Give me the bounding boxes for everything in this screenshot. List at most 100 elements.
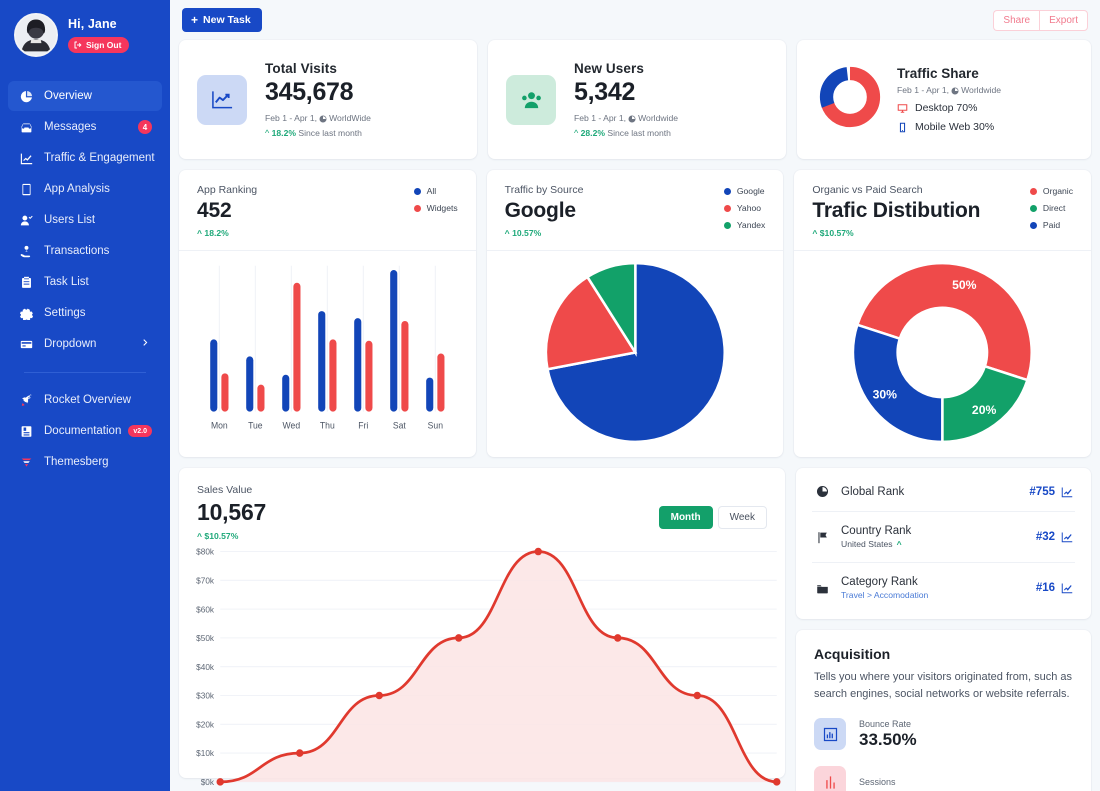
sidebar-item-label: Documentation bbox=[44, 425, 121, 437]
legend-item[interactable]: Paid bbox=[1030, 220, 1073, 230]
legend-label: All bbox=[427, 186, 437, 196]
sidebar-item-themesberg[interactable]: Themesberg bbox=[8, 447, 162, 477]
sidebar-item-rocket-overview[interactable]: Rocket Overview bbox=[8, 385, 162, 415]
chart-line-icon[interactable] bbox=[1061, 486, 1073, 498]
sidebar-item-transactions[interactable]: Transactions bbox=[8, 236, 162, 266]
total-visits-card: Total Visits 345,678 Feb 1 - Apr 1, Worl… bbox=[179, 40, 477, 159]
rank-name: Country Rank bbox=[841, 525, 911, 537]
legend-dot bbox=[1030, 222, 1037, 229]
card-delta: ^ $10.57% bbox=[812, 228, 980, 238]
svg-text:$70k: $70k bbox=[196, 575, 215, 585]
caret-up-icon: ^ bbox=[505, 228, 510, 238]
caret-up-icon: ^ bbox=[197, 228, 202, 238]
avatar[interactable] bbox=[14, 13, 58, 57]
sidebar-item-task-list[interactable]: Task List bbox=[8, 267, 162, 297]
legend-label: Paid bbox=[1043, 220, 1060, 230]
sidebar-item-label: App Analysis bbox=[44, 183, 110, 195]
svg-text:$0k: $0k bbox=[201, 777, 215, 787]
delta-value: 28.2% bbox=[581, 128, 605, 138]
right-column: Global Rank #755 Country Rank United St bbox=[796, 468, 1091, 791]
period-text: Feb 1 - Apr 1, bbox=[265, 113, 317, 123]
scope-text: Worldwide bbox=[638, 113, 678, 123]
legend-item[interactable]: Yahoo bbox=[724, 203, 766, 213]
rank-sub: United States ^ bbox=[841, 539, 911, 549]
pie-chart bbox=[487, 250, 784, 457]
tab-month[interactable]: Month bbox=[659, 506, 713, 529]
sidebar-item-label: Messages bbox=[44, 121, 96, 133]
desktop-icon bbox=[897, 103, 908, 114]
sidebar-item-label: Traffic & Engagement bbox=[44, 152, 155, 164]
legend-label: Yandex bbox=[737, 220, 766, 230]
svg-text:$60k: $60k bbox=[196, 604, 215, 614]
stat-period: Feb 1 - Apr 1, WorldWide bbox=[265, 113, 371, 123]
chart-line-icon[interactable] bbox=[1061, 582, 1073, 594]
users-icon bbox=[506, 75, 556, 125]
export-button[interactable]: Export bbox=[1039, 10, 1088, 31]
chart-line-icon bbox=[18, 150, 34, 166]
sign-out-button[interactable]: Sign Out bbox=[68, 37, 129, 53]
sidebar-item-users-list[interactable]: Users List bbox=[8, 205, 162, 235]
bottom-row: Sales Value 10,567 ^ $10.57% Month Week bbox=[179, 468, 1091, 791]
themesberg-icon bbox=[18, 454, 34, 470]
legend-item[interactable]: Widgets bbox=[414, 203, 458, 213]
stat-period: Feb 1 - Apr 1, Worldwide bbox=[574, 113, 678, 123]
sidebar-item-settings[interactable]: Settings bbox=[8, 298, 162, 328]
sidebar-item-overview[interactable]: Overview bbox=[8, 81, 162, 111]
svg-text:Tue: Tue bbox=[248, 420, 263, 430]
rank-value: #32 bbox=[1036, 531, 1055, 543]
sidebar-item-app-analysis[interactable]: App Analysis bbox=[8, 174, 162, 204]
sidebar-item-documentation[interactable]: Documentation v2.0 bbox=[8, 416, 162, 446]
version-badge: v2.0 bbox=[128, 425, 152, 437]
chart-line-icon[interactable] bbox=[1061, 531, 1073, 543]
sidebar-item-messages[interactable]: Messages 4 bbox=[8, 112, 162, 142]
rank-name: Global Rank bbox=[841, 486, 904, 498]
legend-item[interactable]: Organic bbox=[1030, 186, 1073, 196]
card-delta: ^ 18.2% bbox=[197, 228, 257, 238]
sidebar-nav: Overview Messages 4 Traffic & Engagement… bbox=[0, 81, 170, 477]
metric-value: 33.50% bbox=[859, 730, 917, 750]
legend-item[interactable]: Yandex bbox=[724, 220, 766, 230]
dashboard-root: Hi, Jane Sign Out Overview Messages 4 bbox=[0, 0, 1100, 791]
legend-item[interactable]: Google bbox=[724, 186, 766, 196]
globe-icon bbox=[814, 485, 830, 498]
rank-sub[interactable]: Travel > Accomodation bbox=[841, 590, 928, 600]
legend-item[interactable]: Direct bbox=[1030, 203, 1073, 213]
svg-text:Fri: Fri bbox=[358, 420, 368, 430]
traffic-share-donut bbox=[819, 66, 881, 133]
share-button[interactable]: Share bbox=[993, 10, 1039, 31]
svg-text:$30k: $30k bbox=[196, 691, 215, 701]
main-content: + New Task Share Export Total Visits 345… bbox=[170, 0, 1100, 791]
legend-item[interactable]: All bbox=[414, 186, 458, 196]
metric-label: Sessions bbox=[859, 777, 896, 787]
logout-icon bbox=[74, 41, 82, 49]
acquisition-card: Acquisition Tells you where your visitor… bbox=[796, 630, 1091, 791]
svg-text:Wed: Wed bbox=[283, 420, 301, 430]
globe-icon bbox=[628, 115, 636, 123]
chart-legend: All Widgets bbox=[414, 184, 458, 238]
table-row[interactable]: Country Rank United States ^ #32 bbox=[812, 512, 1075, 563]
card-header: Organic vs Paid Search Trafic Distibutio… bbox=[794, 170, 1091, 250]
caret-up-icon: ^ bbox=[812, 228, 817, 238]
delta-suffix: Since last month bbox=[607, 128, 671, 138]
svg-text:Mon: Mon bbox=[211, 420, 228, 430]
sales-column: Sales Value 10,567 ^ $10.57% Month Week bbox=[179, 468, 785, 791]
sidebar-item-traffic-engagement[interactable]: Traffic & Engagement bbox=[8, 143, 162, 173]
rank-sub-text: Travel > Accomodation bbox=[841, 590, 928, 600]
rank-value: #755 bbox=[1029, 486, 1055, 498]
table-row[interactable]: Category Rank Travel > Accomodation #16 bbox=[812, 563, 1075, 613]
plus-icon: + bbox=[191, 14, 198, 26]
new-users-card: New Users 5,342 Feb 1 - Apr 1, Worldwide… bbox=[488, 40, 786, 159]
share-label: Desktop 70% bbox=[915, 102, 977, 114]
card-header: App Ranking 452 ^ 18.2% All bbox=[179, 170, 476, 250]
stat-value: 5,342 bbox=[574, 78, 678, 107]
sidebar-item-label: Themesberg bbox=[44, 456, 109, 468]
app-ranking-card: App Ranking 452 ^ 18.2% All bbox=[179, 170, 476, 457]
nav-divider bbox=[24, 372, 146, 373]
chart-legend: Organic Direct Paid bbox=[1030, 184, 1073, 238]
charts-row: App Ranking 452 ^ 18.2% All bbox=[179, 170, 1091, 457]
tab-week[interactable]: Week bbox=[718, 506, 767, 529]
new-task-button[interactable]: + New Task bbox=[182, 8, 262, 32]
card-header: Traffic by Source Google ^ 10.57% Google bbox=[487, 170, 784, 250]
table-row[interactable]: Global Rank #755 bbox=[812, 472, 1075, 512]
sidebar-item-dropdown[interactable]: Dropdown bbox=[8, 329, 162, 359]
